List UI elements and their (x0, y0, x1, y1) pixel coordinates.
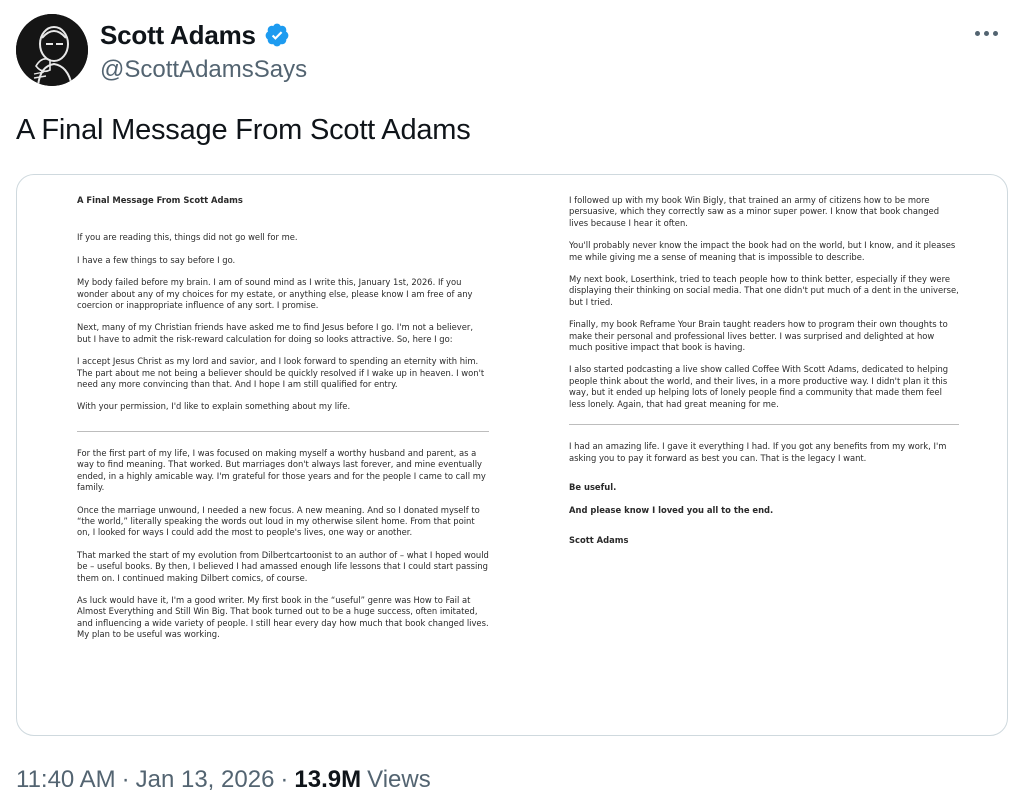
document-paragraph: I accept Jesus Christ as my lord and sav… (77, 356, 485, 390)
tweet-date[interactable]: Jan 13, 2026 (136, 766, 275, 794)
more-options-icon[interactable] (966, 18, 1006, 48)
author-name[interactable]: Scott Adams (100, 20, 256, 51)
document-paragraph: As luck would have it, I'm a good writer… (77, 594, 489, 640)
document-paragraph: I have a few things to say before I go. (77, 254, 236, 265)
document-paragraph: If you are reading this, things did not … (77, 232, 298, 243)
views-label[interactable]: Views (367, 766, 431, 794)
document-paragraph: I also started podcasting a live show ca… (569, 364, 949, 409)
more-dot (992, 30, 998, 36)
tweet-time[interactable]: 11:40 AM (16, 766, 116, 794)
document-divider (569, 424, 959, 426)
document-paragraph: My next book, Loserthink, tried to teach… (569, 274, 959, 307)
meta-separator: · (121, 766, 130, 793)
document-page-left: A Final Message From Scott Adams If you … (25, 185, 503, 723)
tweet-text: A Final Message From Scott Adams (16, 114, 471, 146)
document-closing: Be useful. (569, 481, 617, 492)
document-title: A Final Message From Scott Adams (77, 195, 243, 205)
document-divider (77, 430, 489, 432)
author-handle[interactable]: @ScottAdamsSays (100, 56, 307, 84)
verified-badge-icon[interactable] (264, 22, 290, 48)
meta-separator: · (280, 766, 289, 793)
document-paragraph: I had an amazing life. I gave it everyth… (569, 441, 947, 463)
more-dot (974, 30, 980, 36)
tweet-meta: 11:40 AM · Jan 13, 2026 · 13.9M Views (16, 766, 431, 794)
more-dot (983, 30, 989, 36)
document-paragraph: For the first part of my life, I was foc… (77, 447, 486, 493)
document-paragraph: That marked the start of my evolution fr… (77, 549, 489, 583)
tweet-media-image[interactable]: A Final Message From Scott Adams If you … (16, 174, 1008, 736)
avatar[interactable] (16, 14, 88, 86)
document-page-right: I followed up with my book Win Bigly, th… (521, 185, 999, 723)
document-signature: Scott Adams (569, 534, 629, 545)
document-paragraph: Next, many of my Christian friends have … (77, 322, 474, 344)
document-paragraph: I followed up with my book Win Bigly, th… (569, 195, 940, 228)
views-count[interactable]: 13.9M (294, 766, 361, 794)
document-paragraph: You'll probably never know the impact th… (569, 240, 956, 262)
document-paragraph: Once the marriage unwound, I needed a ne… (77, 504, 480, 538)
avatar-portrait (16, 14, 88, 86)
document-paragraph: My body failed before my brain. I am of … (77, 277, 473, 311)
document-paragraph: Finally, my book Reframe Your Brain taug… (569, 319, 948, 353)
document-paragraph: With your permission, I'd like to explai… (77, 401, 351, 412)
document-closing: And please know I loved you all to the e… (569, 505, 774, 516)
author-name-row: Scott Adams (100, 18, 290, 52)
